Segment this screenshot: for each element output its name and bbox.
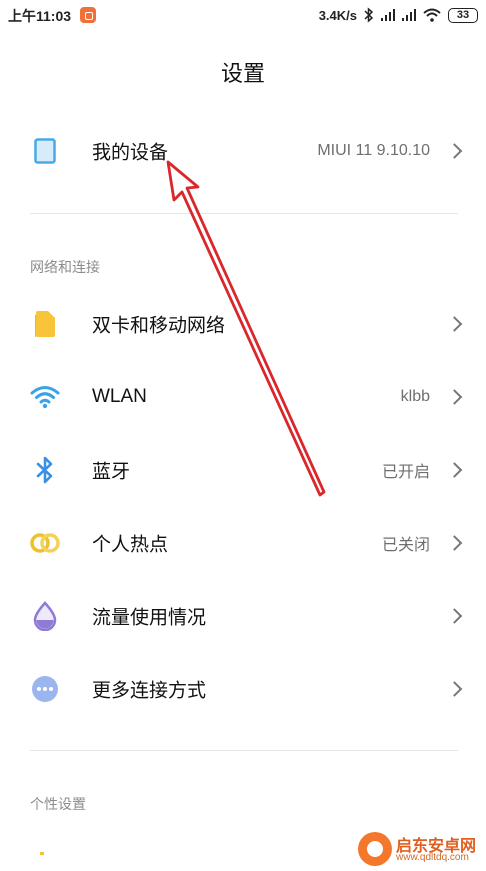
sim-network-label: 双卡和移动网络	[92, 315, 226, 337]
more-connections-row[interactable]: 更多连接方式	[0, 653, 486, 725]
bluetooth-status-icon	[364, 7, 374, 23]
data-usage-icon	[28, 599, 62, 633]
divider	[30, 750, 458, 751]
status-time: 上午11:03	[8, 8, 72, 24]
hotspot-row[interactable]: 个人热点 已关闭	[0, 507, 486, 579]
hotspot-label: 个人热点	[92, 534, 169, 556]
section-header-network: 网络和连接	[30, 259, 100, 275]
more-connections-label: 更多连接方式	[92, 680, 207, 702]
network-speed: 3.4K/s	[318, 7, 357, 23]
sim-card-icon	[28, 307, 62, 341]
data-usage-label: 流量使用情况	[92, 607, 207, 629]
my-device-row[interactable]: 我的设备 MIUI 11 9.10.10	[0, 115, 486, 187]
my-device-value: MIUI 11 9.10.10	[317, 142, 430, 159]
chevron-right-icon	[446, 462, 463, 478]
signal-icon-2	[402, 9, 416, 21]
data-usage-row[interactable]: 流量使用情况	[0, 580, 486, 652]
wlan-label: WLAN	[92, 386, 147, 407]
status-indicators: 3.4K/s 33	[319, 5, 478, 25]
chevron-right-icon	[446, 143, 463, 159]
app-notification-icon	[80, 7, 96, 23]
sim-network-row[interactable]: 双卡和移动网络	[0, 288, 486, 360]
more-connections-icon	[28, 672, 62, 706]
battery-icon: 33	[448, 7, 478, 23]
partial-row-icon	[40, 852, 44, 855]
bluetooth-value: 已开启	[381, 464, 430, 481]
watermark-logo-icon	[358, 832, 392, 866]
section-header-personal: 个性设置	[30, 796, 86, 812]
my-device-label: 我的设备	[92, 142, 169, 164]
bluetooth-icon	[28, 453, 62, 487]
phone-icon	[28, 134, 62, 168]
wifi-status-icon	[423, 8, 441, 22]
wifi-icon	[28, 380, 62, 414]
hotspot-value: 已关闭	[381, 537, 430, 554]
chevron-right-icon	[446, 389, 463, 405]
divider	[30, 213, 458, 214]
signal-icon	[381, 9, 395, 21]
chevron-right-icon	[446, 681, 463, 697]
bluetooth-row[interactable]: 蓝牙 已开启	[0, 434, 486, 506]
chevron-right-icon	[446, 608, 463, 624]
page-title: 设置	[220, 61, 265, 86]
watermark: 启东安卓网 www.qdltdq.com	[358, 830, 484, 870]
chevron-right-icon	[446, 316, 463, 332]
watermark-url: www.qdltdq.com	[396, 852, 469, 863]
status-bar: 上午11:03 3.4K/s 33	[0, 0, 486, 30]
chevron-right-icon	[446, 535, 463, 551]
wlan-value: klbb	[400, 388, 430, 405]
hotspot-icon	[28, 526, 62, 560]
bluetooth-label: 蓝牙	[92, 461, 131, 483]
wlan-row[interactable]: WLAN klbb	[0, 361, 486, 433]
